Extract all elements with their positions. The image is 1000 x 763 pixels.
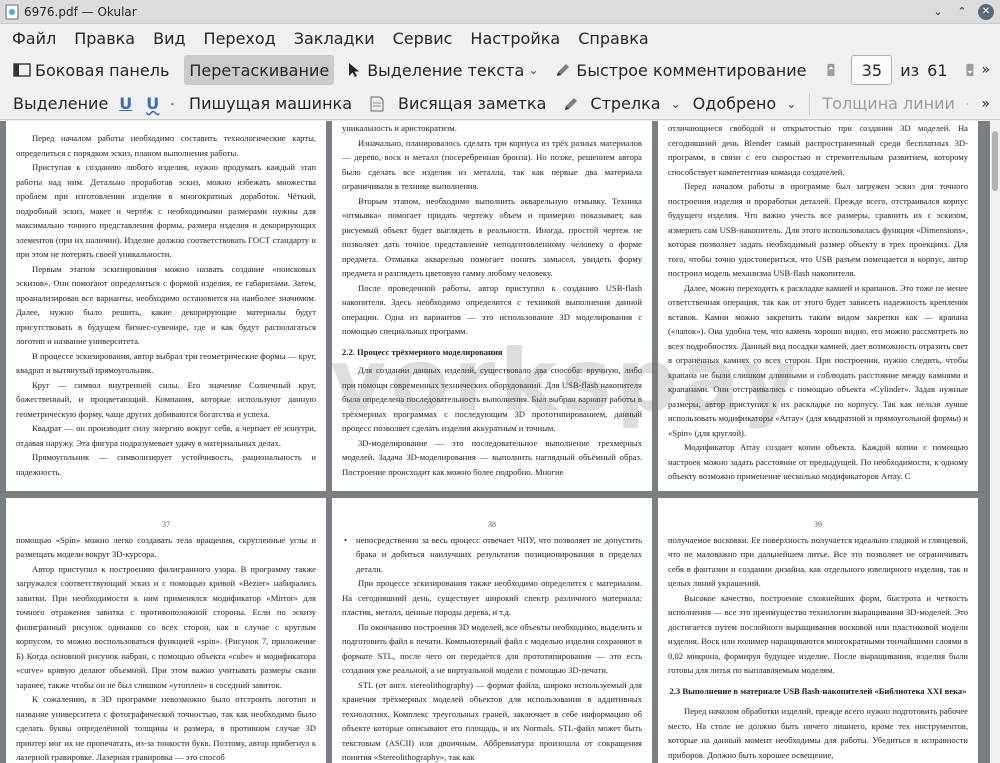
paragraph: получаемое восковки. Ее поверхность полу… xyxy=(668,534,968,589)
close-icon[interactable]: ✕ xyxy=(978,3,994,20)
paragraph: Перед началом работы необходимо составит… xyxy=(16,133,316,158)
document-page: Перед началом работы необходимо составит… xyxy=(6,121,326,491)
main-toolbar: Боковая панель Перетаскивание Выделение … xyxy=(0,52,1000,88)
overflow-menu-icon[interactable]: » xyxy=(981,96,990,112)
chevron-down-icon[interactable]: ⌄ xyxy=(671,97,681,111)
menu-settings[interactable]: Настройка xyxy=(470,29,560,48)
paragraph: Перед началом обработки изделий, прежде … xyxy=(668,706,968,760)
underline-icon[interactable]: U xyxy=(119,94,132,113)
paragraph: Круг — символ внутренней силы. Его значе… xyxy=(16,379,316,419)
annotation-toolbar: Выделение U U S Пишущая машинка Висящая … xyxy=(0,88,1000,120)
stamp-approved-button[interactable]: Одобрено ⌄ xyxy=(688,89,802,119)
paragraph: Приступая к созданию любого изделия, нуж… xyxy=(16,162,316,259)
page-of-label: из xyxy=(900,60,920,80)
paragraph: Для создании данных изделий, существовал… xyxy=(342,365,642,433)
scrollbar-thumb[interactable] xyxy=(992,131,998,191)
svg-text:S: S xyxy=(172,103,173,105)
fill-color-icon[interactable] xyxy=(975,95,978,113)
arrow-label: Стрелка xyxy=(590,94,661,113)
strikethrough-icon[interactable]: S xyxy=(171,95,174,113)
menu-help[interactable]: Справка xyxy=(578,29,649,48)
paragraph: При процессе эскизирования также необход… xyxy=(342,578,642,617)
paragraph: уникальность и аристократизм. xyxy=(342,123,457,133)
arrow-button[interactable]: Стрелка ⌄ xyxy=(557,89,685,119)
sidebar-button[interactable]: Боковая панель xyxy=(8,55,174,85)
okular-app-icon xyxy=(5,4,19,19)
menu-file[interactable]: Файл xyxy=(12,29,56,48)
minimize-icon[interactable]: ⌃ xyxy=(954,4,970,20)
menu-view[interactable]: Вид xyxy=(153,29,185,48)
paragraph: отличающиеся свободой и открытостью при … xyxy=(668,123,968,177)
document-page: 39 получаемое восковки. Ее поверхность п… xyxy=(658,498,978,763)
text-select-button[interactable]: Выделение текста ⌄ xyxy=(340,55,543,85)
page-total: 61 xyxy=(927,60,948,80)
paragraph: Изначально, планировалось сделать три ко… xyxy=(342,137,642,192)
document-page: 37 помощью «Spin» можно легко создавать … xyxy=(6,498,326,763)
bullet-item: непосредственно за весь процесс отвечает… xyxy=(342,533,642,577)
section-heading: 2.2. Процесс трёхмерного моделирования xyxy=(342,346,503,357)
paragraph: Высокое качество, построение сложнейших … xyxy=(668,592,968,676)
popup-note-label: Висящая заметка xyxy=(398,94,547,113)
line-width-button[interactable]: Толщина линии xyxy=(817,89,960,119)
next-page-icon[interactable] xyxy=(962,61,978,79)
menu-bookmarks[interactable]: Закладки xyxy=(294,29,375,48)
paragraph: Первым этапом эскизирования можно назват… xyxy=(16,263,316,347)
menu-edit[interactable]: Правка xyxy=(74,29,135,48)
menu-tools[interactable]: Сервис xyxy=(393,29,453,48)
highlight-label: Выделение xyxy=(13,94,109,113)
paragraph: По окончанию построения 3D моделей, все … xyxy=(342,621,642,676)
chevron-down-icon[interactable]: ⌄ xyxy=(528,63,538,77)
paragraph: В процессе эскизирования, автор выбрал т… xyxy=(16,350,316,376)
color-icon[interactable] xyxy=(966,95,969,113)
pen-icon xyxy=(565,97,578,110)
paragraph: помощью «Spin» можно легко создавать тел… xyxy=(16,534,316,560)
page-number: 37 xyxy=(162,520,170,529)
menu-bar: Файл Правка Вид Переход Закладки Сервис … xyxy=(0,24,1000,52)
sidebar-label: Боковая панель xyxy=(35,60,170,80)
pen-icon xyxy=(557,64,570,76)
document-viewport[interactable]: Перед началом работы необходимо составит… xyxy=(0,121,990,763)
document-page: уникальность и аристократизм. Изначально… xyxy=(332,121,652,491)
approved-label: Одобрено xyxy=(692,94,777,113)
paragraph: Далее, можно переходить к раскладке камн… xyxy=(668,282,968,438)
paragraph: 3D-моделирование — это последовательное … xyxy=(342,437,642,477)
overflow-menu-icon[interactable]: » xyxy=(981,62,990,78)
paragraph: Модификатор Array создает копии объекта.… xyxy=(668,442,968,481)
text-select-label: Выделение текста xyxy=(367,60,525,80)
vertical-scrollbar[interactable] xyxy=(990,121,1000,763)
note-icon xyxy=(370,96,384,111)
chevron-down-icon[interactable]: ⌄ xyxy=(930,4,946,20)
paragraph: К сожалению, в 3D программе невозможно б… xyxy=(16,694,316,762)
page-number: 38 xyxy=(488,520,496,529)
highlight-button[interactable]: Выделение xyxy=(8,89,113,119)
drag-tool-button[interactable]: Перетаскивание xyxy=(184,55,335,85)
drag-tool-label: Перетаскивание xyxy=(189,60,330,80)
section-heading: 2.3 Выполнение в материале USB flash-нак… xyxy=(669,685,967,696)
document-page: 38 непосредственно за весь процесс отвеч… xyxy=(332,498,652,763)
paragraph: Квадрат — он производит силу энергию вок… xyxy=(16,423,316,448)
paragraph: STL (от англ. stereolithography) — форма… xyxy=(342,679,642,763)
typewriter-button[interactable]: Пишущая машинка xyxy=(184,89,357,119)
chevron-down-icon[interactable]: ⌄ xyxy=(786,97,796,111)
sidebar-icon xyxy=(13,63,31,77)
window-title: 6976.pdf — Okular xyxy=(24,4,137,19)
line-width-label: Толщина линии xyxy=(822,94,955,113)
page-number: 39 xyxy=(814,520,822,529)
cursor-arrow-icon xyxy=(349,63,360,77)
title-bar: 6976.pdf — Okular ⌄ ⌃ ✕ xyxy=(0,0,1000,24)
paragraph: Автор приступил к построению филигранног… xyxy=(16,563,316,690)
paragraph: Прямоугольник — символизирует устойчивос… xyxy=(16,452,316,477)
popup-note-button[interactable]: Висящая заметка xyxy=(363,89,551,119)
quick-annotation-label: Быстрое комментирование xyxy=(576,60,807,80)
menu-go[interactable]: Переход xyxy=(204,29,276,48)
quick-annotation-button[interactable]: Быстрое комментирование xyxy=(549,55,811,85)
document-page: отличающиеся свободой и открытостью при … xyxy=(658,121,978,491)
paragraph: Вторым этапом, необходимо выполнить аква… xyxy=(342,195,642,279)
paragraph: Перед началом работы в программе был заг… xyxy=(668,181,968,278)
squiggly-underline-icon[interactable]: U xyxy=(146,94,159,113)
previous-page-icon[interactable] xyxy=(823,61,839,79)
typewriter-label: Пишущая машинка xyxy=(189,94,352,113)
paragraph: После проведенной работы, автор приступи… xyxy=(342,282,642,337)
page-number-input[interactable]: 35 xyxy=(851,55,893,85)
